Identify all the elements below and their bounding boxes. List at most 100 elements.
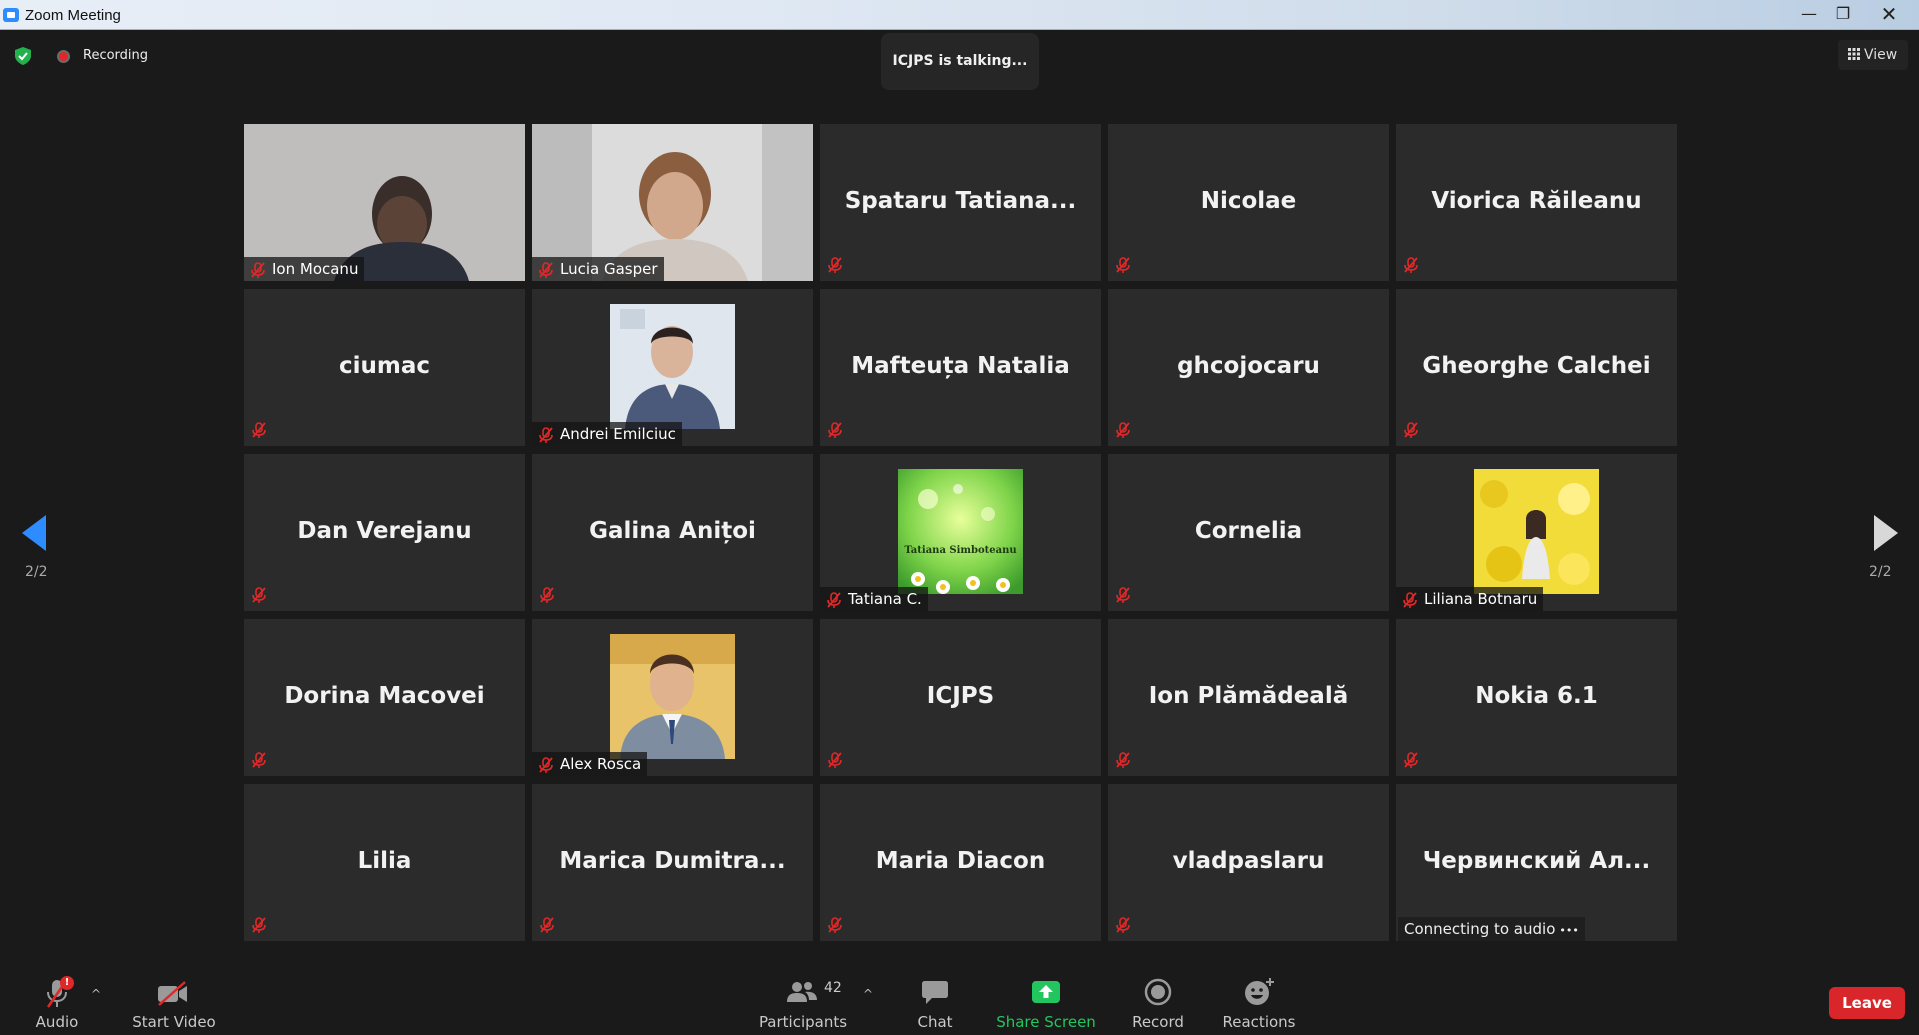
participant-tile[interactable]: Gheorghe Calchei <box>1396 289 1677 446</box>
page-indicator-left: 2/2 <box>25 564 48 580</box>
chat-label: Chat <box>917 1013 953 1031</box>
audio-button[interactable]: ! Audio <box>28 965 86 1035</box>
audio-status-text: Connecting to audio <box>1404 920 1556 938</box>
reactions-smiley-icon <box>1245 978 1274 1005</box>
start-video-label: Start Video <box>132 1013 216 1031</box>
muted-microphone-icon <box>539 917 555 933</box>
participant-tile[interactable]: Dan Verejanu <box>244 454 525 611</box>
audio-label: Audio <box>35 1013 79 1031</box>
participant-tile[interactable]: Alex Rosca <box>532 619 813 776</box>
participant-tile[interactable]: Lilia <box>244 784 525 941</box>
participant-name-tag: Andrei Emilciuc <box>532 422 682 446</box>
profile-picture: Tatiana Simboteanu <box>898 469 1023 594</box>
muted-microphone-icon <box>1115 422 1131 438</box>
muted-microphone-icon <box>538 261 554 278</box>
share-screen-label: Share Screen <box>996 1013 1096 1031</box>
muted-microphone-icon <box>250 261 266 278</box>
participant-tile[interactable]: Dorina Macovei <box>244 619 525 776</box>
view-button[interactable]: View <box>1838 40 1908 70</box>
muted-microphone-icon <box>539 587 555 603</box>
record-button[interactable]: Record <box>1125 965 1191 1035</box>
next-page-arrow-icon[interactable] <box>1874 515 1898 551</box>
participants-options-chevron-icon[interactable]: ^ <box>863 987 873 1001</box>
muted-microphone-icon <box>1403 422 1419 438</box>
participant-tile[interactable]: Marica Dumitra... <box>532 784 813 941</box>
chat-button[interactable]: Chat <box>905 965 965 1035</box>
connecting-audio-status: Connecting to audio ••• <box>1398 917 1585 941</box>
close-button[interactable]: ✕ <box>1872 0 1906 30</box>
participant-tile[interactable]: ICJPS <box>820 619 1101 776</box>
view-label: View <box>1864 47 1898 63</box>
participant-name: Alex Rosca <box>560 755 642 773</box>
participant-tile[interactable]: vladpaslaru <box>1108 784 1389 941</box>
participant-tile[interactable]: ghcojocaru <box>1108 289 1389 446</box>
participant-tile[interactable]: Tatiana Simboteanu Tatiana C. <box>820 454 1101 611</box>
participants-button[interactable]: 42 Participants <box>756 965 850 1035</box>
participant-name: Andrei Emilciuc <box>560 425 676 443</box>
muted-microphone-icon <box>826 591 842 608</box>
participants-count: 42 <box>824 980 842 996</box>
participants-icon <box>787 982 817 1002</box>
muted-microphone-icon <box>1402 591 1418 608</box>
window-title: Zoom Meeting <box>25 7 121 24</box>
participant-tile[interactable]: Andrei Emilciuc <box>532 289 813 446</box>
participant-name: Liliana Botnaru <box>1424 590 1538 608</box>
recording-icon <box>57 50 70 63</box>
participant-name: vladpaslaru <box>1172 847 1325 874</box>
muted-microphone-icon <box>538 756 554 773</box>
participant-name: Dorina Macovei <box>284 682 485 709</box>
previous-page-arrow-icon[interactable] <box>22 515 46 551</box>
muted-microphone-icon <box>1403 752 1419 768</box>
muted-microphone-icon <box>1403 257 1419 273</box>
participant-name-tag: Lucia Gasper <box>532 257 664 281</box>
chat-bubble-icon <box>922 981 948 1004</box>
audio-options-chevron-icon[interactable]: ^ <box>91 987 101 1001</box>
recording-label[interactable]: Recording <box>83 48 148 63</box>
share-screen-icon <box>1032 981 1060 1003</box>
share-screen-button[interactable]: Share Screen <box>994 965 1098 1035</box>
participant-tile[interactable]: Nokia 6.1 <box>1396 619 1677 776</box>
participant-tile[interactable]: Galina Anițoi <box>532 454 813 611</box>
maximize-button[interactable]: ❐ <box>1826 0 1860 30</box>
participant-name: ciumac <box>338 352 430 379</box>
participant-name: Cornelia <box>1194 517 1303 544</box>
participant-tile[interactable]: Червинский Ал... Connecting to audio ••• <box>1396 784 1677 941</box>
participant-name: Ion Plămădeală <box>1148 682 1349 709</box>
participant-tile[interactable]: Maria Diacon <box>820 784 1101 941</box>
minimize-button[interactable]: — <box>1792 0 1826 30</box>
participant-tile[interactable]: Ion Plămădeală <box>1108 619 1389 776</box>
participant-tile[interactable]: Spataru Tatiana... <box>820 124 1101 281</box>
participant-name: Tatiana C. <box>848 590 922 608</box>
grid-icon <box>1848 48 1860 60</box>
participant-name: Maria Diacon <box>875 847 1046 874</box>
participant-name: Marica Dumitra... <box>559 847 786 874</box>
participant-name: Lucia Gasper <box>560 260 658 278</box>
muted-microphone-icon <box>251 587 267 603</box>
reactions-button[interactable]: Reactions <box>1217 965 1301 1035</box>
participant-name-tag: Ion Mocanu <box>244 257 365 281</box>
participant-tile[interactable]: Viorica Răileanu <box>1396 124 1677 281</box>
shield-icon[interactable] <box>15 47 31 65</box>
participant-tile[interactable]: Mafteuța Natalia <box>820 289 1101 446</box>
participant-tile[interactable]: ciumac <box>244 289 525 446</box>
muted-microphone-icon <box>251 752 267 768</box>
muted-microphone-icon <box>538 426 554 443</box>
participant-name-tag: Tatiana C. <box>820 587 928 611</box>
participant-tile[interactable]: Ion Mocanu <box>244 124 525 281</box>
start-video-button[interactable]: Start Video <box>128 965 220 1035</box>
participant-tile[interactable]: Lucia Gasper <box>532 124 813 281</box>
page-indicator-right: 2/2 <box>1869 564 1892 580</box>
participant-tile[interactable]: Nicolae <box>1108 124 1389 281</box>
participant-name: Galina Anițoi <box>589 517 756 544</box>
muted-microphone-icon <box>1115 587 1131 603</box>
muted-microphone-icon <box>1115 917 1131 933</box>
participant-name: Lilia <box>357 847 412 874</box>
video-camera-off-icon <box>158 981 187 1006</box>
participant-name: Gheorghe Calchei <box>1422 352 1651 379</box>
leave-button[interactable]: Leave <box>1829 987 1905 1019</box>
muted-microphone-icon <box>251 917 267 933</box>
participant-name: Ion Mocanu <box>272 260 359 278</box>
muted-microphone-icon <box>251 422 267 438</box>
participant-tile[interactable]: Liliana Botnaru <box>1396 454 1677 611</box>
participant-tile[interactable]: Cornelia <box>1108 454 1389 611</box>
